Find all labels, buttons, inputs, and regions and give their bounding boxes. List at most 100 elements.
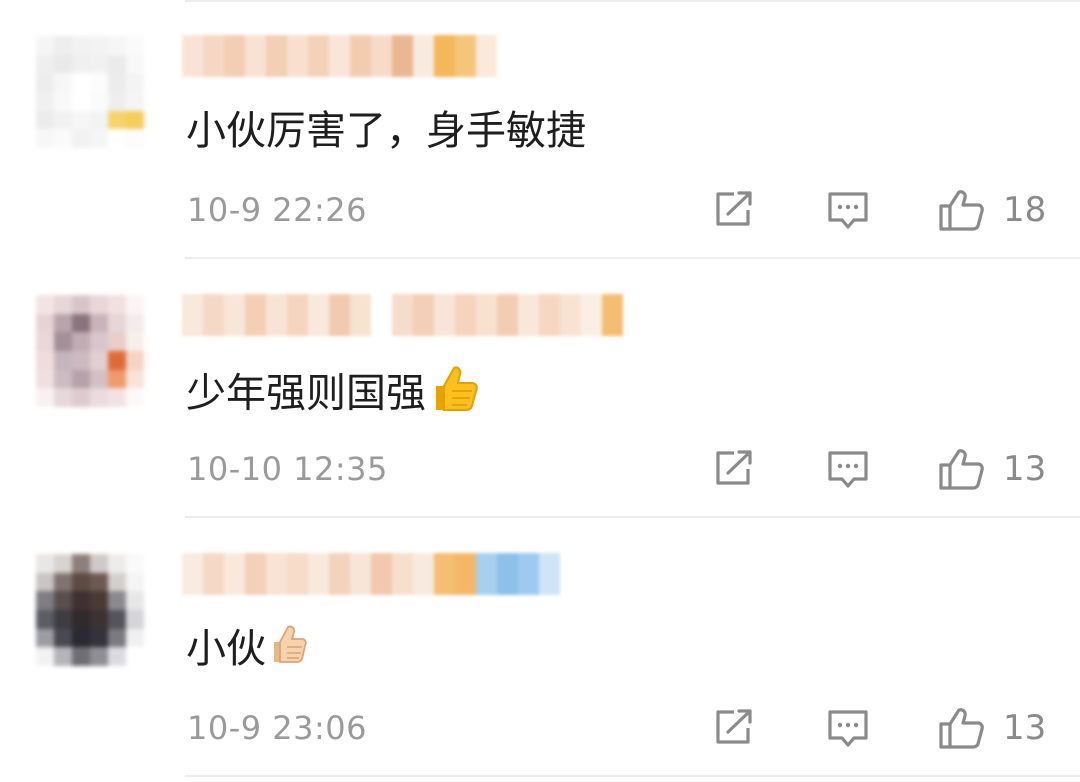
avatar-pixel — [36, 54, 54, 74]
comment-body: 少年强则国强 — [186, 370, 426, 417]
avatar-pixel — [36, 332, 54, 352]
comment-item: 小伙 10-9 23:06 13 — [0, 518, 1080, 777]
avatar-pixel — [90, 591, 108, 611]
avatar-pixel — [72, 295, 90, 314]
username-pixel — [350, 553, 371, 595]
comment-button[interactable] — [826, 449, 872, 489]
username[interactable] — [182, 294, 623, 336]
avatar-pixel — [126, 591, 144, 611]
like-count: 13 — [1003, 449, 1047, 489]
avatar-pixel — [90, 92, 108, 111]
avatar-pixel — [72, 54, 90, 74]
avatar-pixel — [126, 572, 144, 592]
comment-text: 小伙厉害了，身手敏捷 — [186, 103, 586, 159]
avatar-pixel — [90, 36, 108, 55]
username[interactable] — [182, 553, 560, 595]
avatar[interactable] — [36, 554, 144, 667]
avatar-pixel — [54, 388, 72, 408]
comment-button[interactable] — [826, 708, 872, 748]
username-pixel — [413, 553, 434, 595]
share-icon — [716, 191, 752, 226]
like-button[interactable]: 13 — [937, 708, 1057, 749]
avatar-pixel — [54, 647, 72, 667]
avatar-pixel — [36, 36, 54, 55]
username-pixel — [518, 553, 539, 595]
username-pixel — [560, 294, 581, 336]
avatar[interactable] — [36, 36, 144, 149]
username-pixel — [266, 294, 287, 336]
username-pixel — [203, 553, 224, 595]
username[interactable] — [182, 35, 497, 77]
avatar-pixel — [108, 73, 126, 93]
username-pixel — [203, 35, 224, 77]
avatar-pixel — [108, 628, 126, 648]
avatar-pixel — [90, 54, 108, 74]
thumbs-up-emoji-icon — [428, 362, 480, 429]
avatar-pixel — [108, 295, 126, 314]
avatar-pixel — [126, 110, 144, 130]
avatar-pixel — [108, 554, 126, 573]
avatar-pixel — [72, 369, 90, 389]
avatar-pixel — [126, 628, 144, 648]
share-button[interactable] — [712, 708, 758, 748]
avatar-pixel — [108, 351, 126, 370]
username-pixel — [497, 553, 518, 595]
avatar-pixel — [36, 572, 54, 592]
avatar-pixel — [54, 332, 72, 352]
avatar[interactable] — [36, 295, 144, 408]
avatar-pixel — [90, 647, 108, 667]
avatar-pixel — [108, 388, 126, 408]
username-pixel — [371, 294, 392, 336]
share-button[interactable] — [712, 449, 758, 489]
divider — [185, 775, 1080, 777]
username-pixel — [329, 35, 350, 77]
username-pixel — [413, 35, 434, 77]
avatar-pixel — [72, 92, 90, 111]
avatar-pixel — [54, 73, 72, 93]
username-pixel — [287, 35, 308, 77]
avatar-pixel — [54, 129, 72, 149]
avatar-pixel — [72, 36, 90, 55]
username-pixel — [539, 294, 560, 336]
avatar-pixel — [108, 92, 126, 111]
avatar-pixel — [126, 129, 144, 149]
username-pixel — [497, 294, 518, 336]
thumbs-up-icon — [939, 190, 984, 231]
username-pixel — [308, 35, 329, 77]
timestamp: 10-9 23:06 — [187, 709, 368, 747]
username-pixel — [392, 553, 413, 595]
avatar-pixel — [126, 554, 144, 573]
avatar-pixel — [36, 351, 54, 370]
avatar-pixel — [126, 313, 144, 333]
avatar-pixel — [72, 554, 90, 573]
avatar-pixel — [72, 332, 90, 352]
username-pixel — [224, 294, 245, 336]
avatar-pixel — [54, 572, 72, 592]
username-pixel — [224, 553, 245, 595]
avatar-pixel — [54, 54, 72, 74]
thumbs-up-emoji-icon — [268, 622, 308, 681]
avatar-pixel — [72, 610, 90, 629]
avatar-pixel — [54, 351, 72, 370]
like-button[interactable]: 18 — [937, 190, 1057, 231]
avatar-pixel — [72, 572, 90, 592]
avatar-pixel — [36, 628, 54, 648]
like-button[interactable]: 13 — [937, 449, 1057, 490]
like-count: 18 — [1003, 190, 1047, 230]
username-pixel — [518, 294, 539, 336]
username-pixel — [245, 553, 266, 595]
avatar-pixel — [54, 554, 72, 573]
timestamp: 10-9 22:26 — [187, 191, 368, 229]
avatar-pixel — [36, 110, 54, 130]
avatar-pixel — [54, 36, 72, 55]
avatar-pixel — [108, 572, 126, 592]
avatar-pixel — [36, 610, 54, 629]
comment-button[interactable] — [826, 190, 872, 230]
username-pixel — [602, 294, 623, 336]
avatar-pixel — [72, 351, 90, 370]
comment-text: 小伙 — [186, 621, 308, 681]
avatar-pixel — [36, 73, 54, 93]
avatar-pixel — [90, 110, 108, 130]
share-button[interactable] — [712, 190, 758, 230]
comment-item: 少年强则国强 10-10 12:35 13 — [0, 259, 1080, 518]
